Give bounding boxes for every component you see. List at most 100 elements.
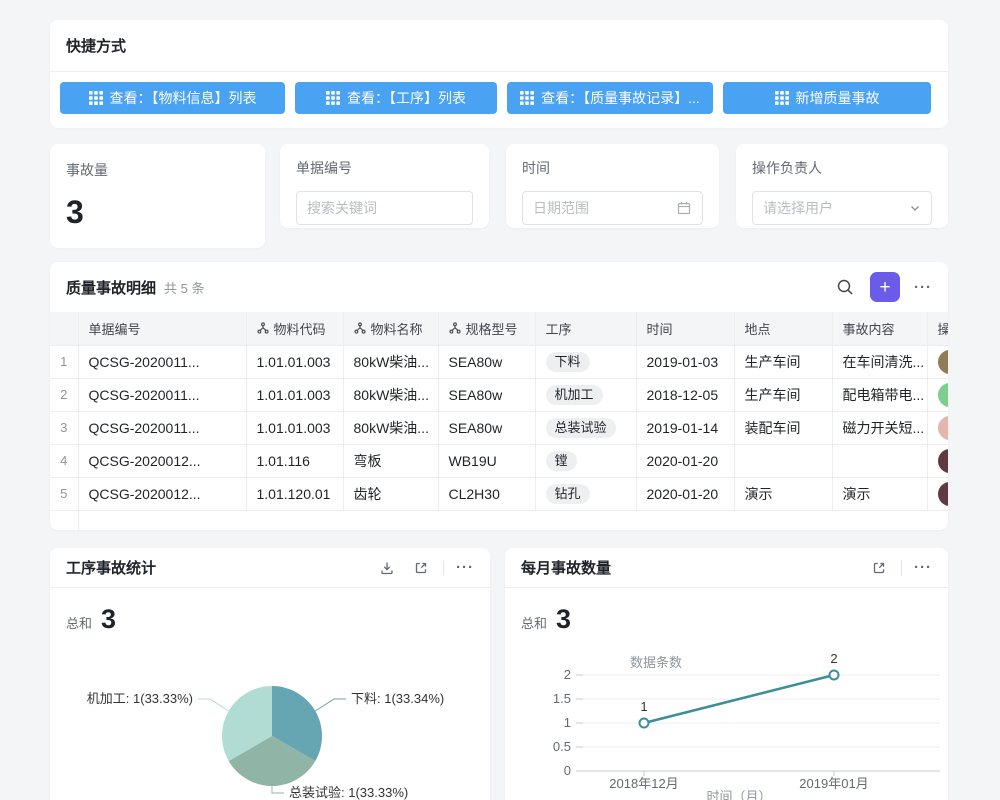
doc-number-label: 单据编号	[296, 158, 473, 178]
row-number: 2	[50, 378, 78, 411]
process-tag: 钻孔	[546, 484, 590, 504]
monthly-line-chart: 数据条数 2 1.5 1 0.5 0 1 2	[505, 637, 948, 800]
point-label: 1	[640, 699, 647, 714]
shortcut-button[interactable]: 查看：【质量事故记录】...	[507, 82, 713, 114]
shortcut-button-label: 查看：【物料信息】列表	[110, 88, 257, 108]
expand-icon[interactable]	[409, 556, 433, 580]
doc-number-search-input[interactable]: 搜索关键词	[296, 191, 473, 225]
line-more-menu[interactable]: ···	[914, 559, 932, 576]
cell-date: 2019-01-03	[636, 345, 734, 378]
column-header-label: 事故内容	[843, 319, 895, 338]
process-tag: 总装试验	[546, 418, 616, 438]
cell-content	[832, 444, 927, 477]
line-total-label: 总和	[521, 613, 547, 632]
column-header-label: 时间	[647, 319, 673, 338]
cell-date: 2018-12-05	[636, 378, 734, 411]
cell-operator	[927, 411, 948, 444]
search-icon[interactable]	[832, 274, 858, 300]
table-more-menu[interactable]: ···	[914, 279, 932, 296]
user-select[interactable]: 请选择用户	[752, 191, 932, 225]
operator-filter-card: 操作负责人 请选择用户	[736, 144, 948, 228]
expand-icon[interactable]	[867, 556, 891, 580]
cell-material-name: 80kW柴油...	[343, 411, 438, 444]
x-tick: 2019年01月	[799, 776, 868, 791]
column-header: 时间	[636, 312, 734, 345]
pie-card-title: 工序事故统计	[66, 557, 375, 578]
column-header-label: 物料名称	[371, 319, 423, 338]
shortcut-button[interactable]: 查看：【物料信息】列表	[60, 82, 285, 114]
avatar	[938, 449, 949, 473]
process-tag: 镗	[546, 451, 577, 471]
column-header: 事故内容	[832, 312, 927, 345]
shortcut-button-label: 查看：【质量事故记录】...	[541, 88, 700, 108]
cell-content: 演示	[832, 477, 927, 510]
table-row[interactable]: 3QCSG-2020011...1.01.01.00380kW柴油...SEA8…	[50, 411, 948, 444]
cell-spec-model: WB19U	[438, 444, 535, 477]
cell-date: 2020-01-20	[636, 444, 734, 477]
cell-date: 2019-01-14	[636, 411, 734, 444]
y-tick: 0.5	[553, 739, 571, 754]
table-count: 共 5 条	[164, 278, 204, 297]
column-header	[50, 312, 78, 345]
cell-content: 磁力开关短...	[832, 411, 927, 444]
table-row[interactable]: 4QCSG-2020012...1.01.116弯板WB19U镗2020-01-…	[50, 444, 948, 477]
column-header: 操作负责人	[927, 312, 948, 345]
column-header-label: 工序	[546, 319, 572, 338]
column-header: 单据编号	[78, 312, 246, 345]
point-label: 2	[830, 651, 837, 666]
grid-icon	[89, 91, 103, 105]
cell-doc-number: QCSG-2020012...	[78, 477, 246, 510]
shortcut-button[interactable]: 新增质量事故	[723, 82, 931, 114]
line-total-value: 3	[556, 604, 571, 635]
grid-icon	[520, 91, 534, 105]
avatar	[938, 482, 949, 506]
incident-count-label: 事故量	[66, 160, 249, 180]
cell-material-code: 1.01.01.003	[246, 411, 343, 444]
column-header: 地点	[734, 312, 832, 345]
user-select-placeholder: 请选择用户	[763, 198, 909, 218]
cell-doc-number: QCSG-2020011...	[78, 345, 246, 378]
pie-more-menu[interactable]: ···	[456, 559, 474, 576]
y-tick: 1	[564, 715, 571, 730]
relation-icon	[257, 322, 269, 334]
incident-table: 单据编号物料代码物料名称规格型号工序时间地点事故内容操作负责人 1QCSG-20…	[50, 312, 948, 530]
date-range-placeholder: 日期范围	[533, 198, 676, 218]
download-icon[interactable]	[375, 556, 399, 580]
empty-row	[50, 510, 948, 530]
cell-process: 镗	[535, 444, 636, 477]
cell-spec-model: SEA80w	[438, 378, 535, 411]
table-row[interactable]: 5QCSG-2020012...1.01.120.01齿轮CL2H30钻孔202…	[50, 477, 948, 510]
process-pie-chart: 下料: 1(33.34%) 机加工: 1(33.33%) 总装试验: 1(33.…	[50, 635, 490, 800]
cell-material-code: 1.01.01.003	[246, 378, 343, 411]
pie-label-jijiagong: 机加工: 1(33.33%)	[87, 691, 193, 706]
cell-material-name: 弯板	[343, 444, 438, 477]
pie-total-label: 总和	[66, 613, 92, 632]
column-header: 物料名称	[343, 312, 438, 345]
table-row[interactable]: 2QCSG-2020011...1.01.01.00380kW柴油...SEA8…	[50, 378, 948, 411]
cell-spec-model: CL2H30	[438, 477, 535, 510]
incident-count-value: 3	[66, 194, 249, 231]
avatar	[938, 383, 949, 407]
column-header-label: 单据编号	[89, 319, 141, 338]
column-header-label: 地点	[745, 319, 771, 338]
line-card-title: 每月事故数量	[521, 557, 867, 578]
cell-material-code: 1.01.01.003	[246, 345, 343, 378]
column-header: 规格型号	[438, 312, 535, 345]
cell-operator	[927, 477, 948, 510]
row-number: 3	[50, 411, 78, 444]
shortcut-button[interactable]: 查看：【工序】列表	[295, 82, 497, 114]
chevron-down-icon	[909, 202, 921, 214]
pie-label-xialiao: 下料: 1(33.34%)	[351, 691, 444, 706]
add-record-button[interactable]: +	[870, 272, 900, 302]
time-filter-card: 时间 日期范围	[506, 144, 719, 228]
shortcut-button-label: 查看：【工序】列表	[347, 88, 466, 108]
row-number: 4	[50, 444, 78, 477]
table-row[interactable]: 1QCSG-2020011...1.01.01.00380kW柴油...SEA8…	[50, 345, 948, 378]
cell-process: 总装试验	[535, 411, 636, 444]
cell-place: 演示	[734, 477, 832, 510]
doc-number-placeholder: 搜索关键词	[307, 198, 462, 218]
cell-material-name: 齿轮	[343, 477, 438, 510]
cell-material-code: 1.01.120.01	[246, 477, 343, 510]
date-range-input[interactable]: 日期范围	[522, 191, 703, 225]
cell-place: 生产车间	[734, 345, 832, 378]
